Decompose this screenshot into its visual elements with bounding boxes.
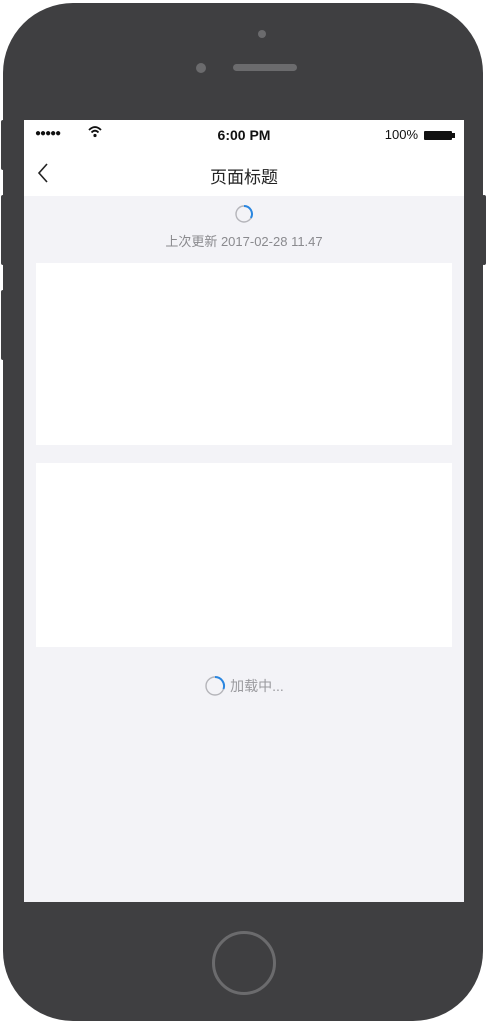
last-updated-text: 上次更新 2017-02-28 11.47 [165, 234, 323, 249]
load-more-indicator: 加载中... [24, 674, 464, 698]
battery-percentage: 100% [384, 127, 418, 142]
earpiece-speaker [233, 64, 297, 71]
battery-tip [452, 133, 455, 138]
front-sensor [196, 63, 206, 73]
content-card[interactable] [36, 263, 452, 445]
power-button [482, 195, 486, 265]
volume-up-button [1, 195, 5, 265]
loading-text: 加载中... [230, 678, 284, 694]
refresh-spinner-icon [235, 205, 253, 223]
home-button[interactable] [212, 931, 276, 995]
content-card[interactable] [36, 463, 452, 647]
camera-dot [258, 30, 266, 38]
battery-icon [424, 131, 452, 140]
screen: ●●●●● 6:00 PM 100% 页面标题 上次更新 2017-02-28 … [24, 120, 464, 902]
mute-switch [1, 120, 5, 170]
loading-spinner-icon [205, 675, 226, 696]
page-title: 页面标题 [210, 168, 278, 187]
status-bar: ●●●●● 6:00 PM 100% [24, 120, 464, 150]
volume-down-button [1, 290, 5, 360]
navigation-bar: 页面标题 [24, 150, 464, 196]
